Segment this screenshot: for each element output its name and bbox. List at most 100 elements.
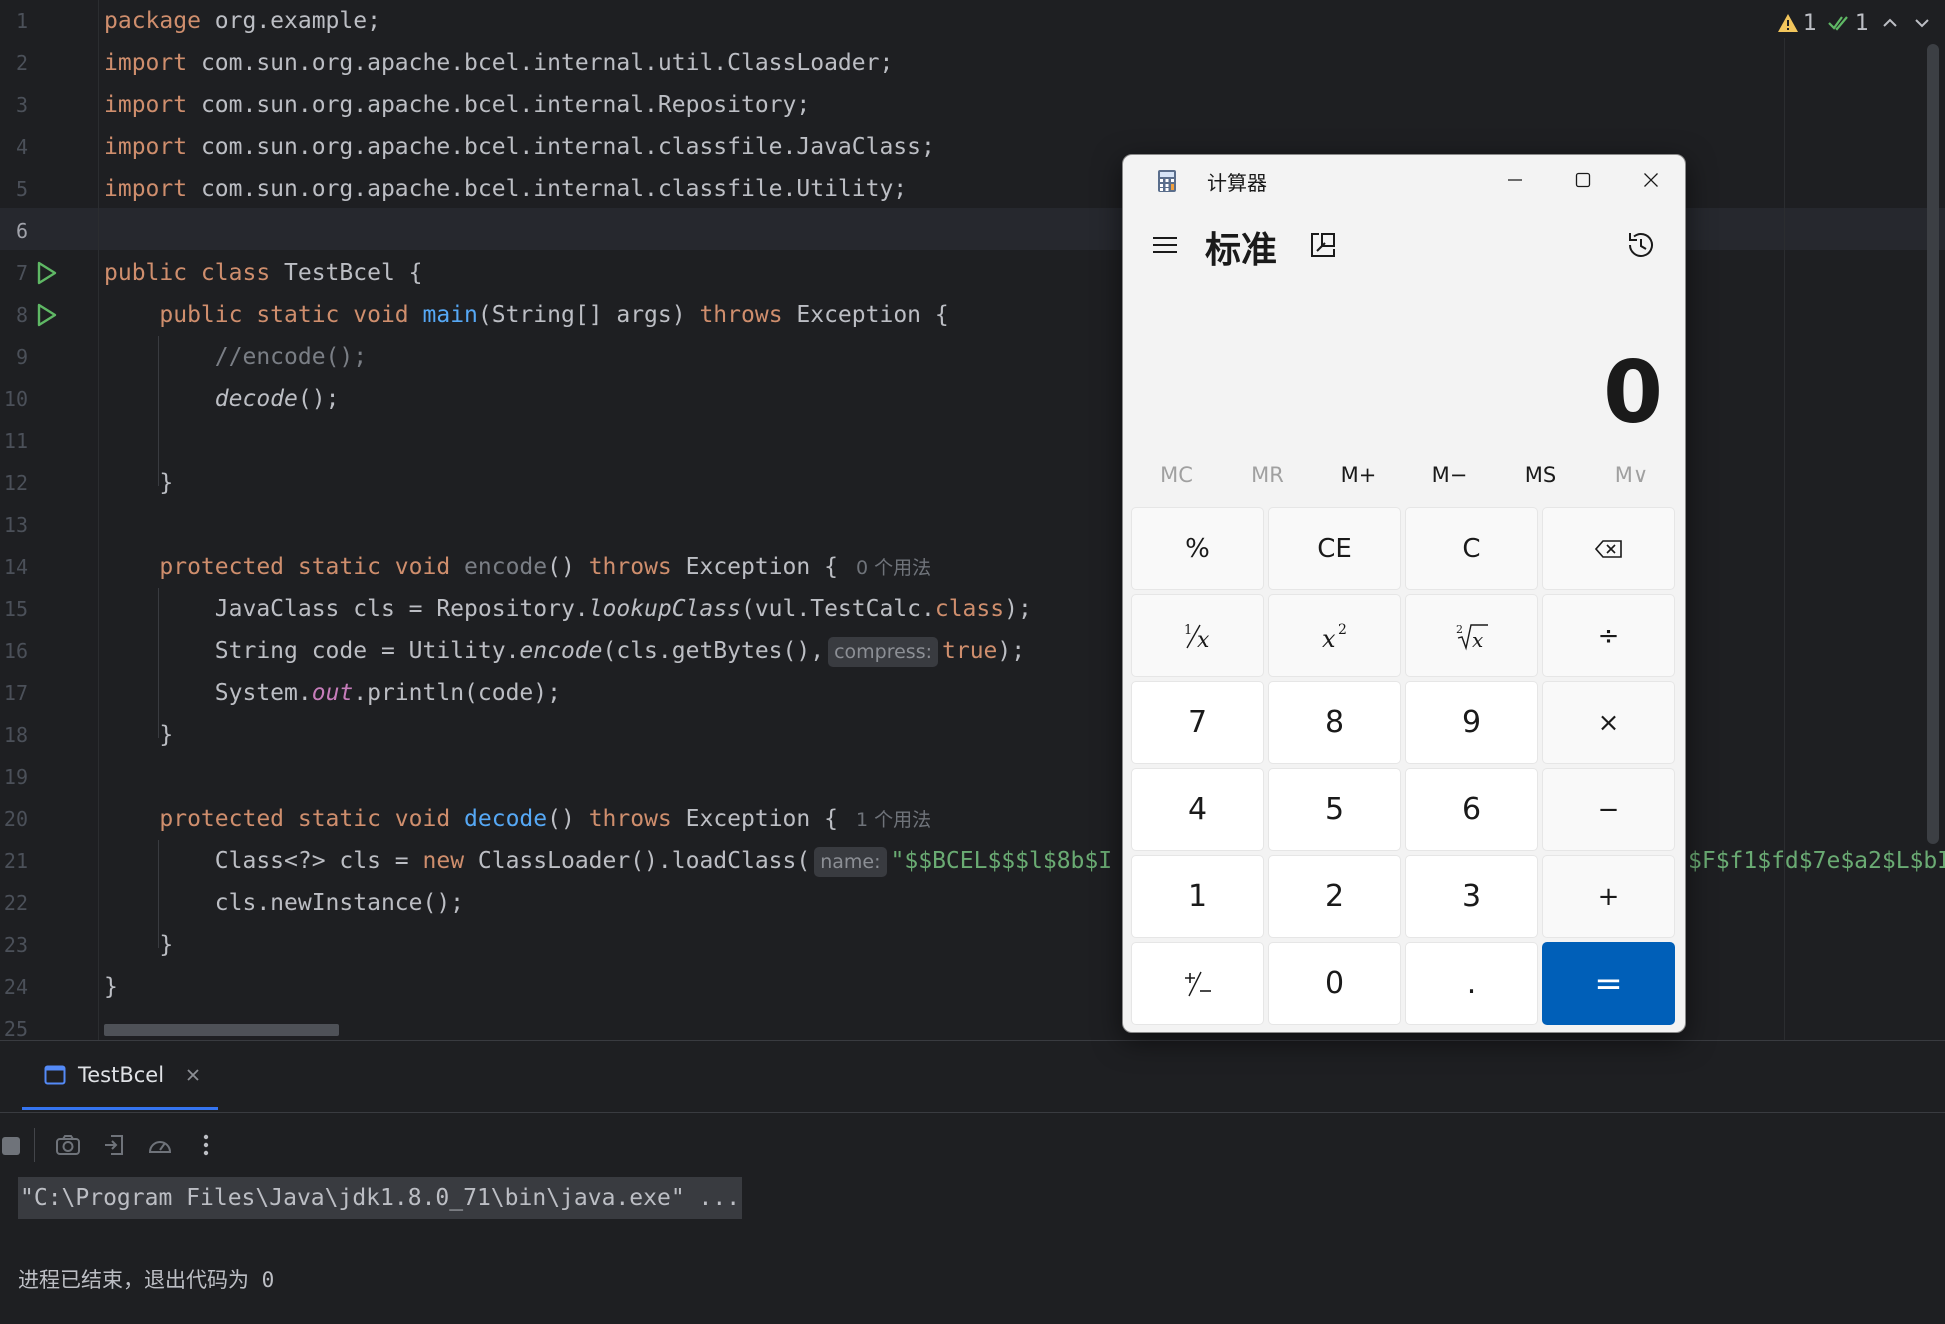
square-root-button[interactable]: 2x [1405,594,1538,677]
svg-text:x: x [1472,628,1483,651]
digit-9-button[interactable]: 9 [1405,681,1538,764]
clear-entry-button[interactable]: CE [1268,507,1401,590]
minimize-button[interactable] [1481,155,1549,205]
line-number: 22 [3,891,28,915]
memory-subtract-button[interactable]: M− [1404,445,1495,505]
memory-list-button[interactable]: M∨ [1586,445,1677,505]
navigation-menu-button[interactable] [1151,233,1181,263]
code-line: import com.sun.org.apache.bcel.internal.… [104,50,894,76]
active-tab-indicator [22,1107,218,1110]
clear-button[interactable]: C [1405,507,1538,590]
more-vertical-icon [203,1134,209,1156]
code-line: } [104,974,118,1000]
line-number: 2 [15,51,28,75]
line-number: 15 [3,597,28,621]
digit-4-button[interactable]: 4 [1131,768,1264,851]
reciprocal-button[interactable]: 1x [1131,594,1264,677]
line-number: 21 [3,849,28,873]
maximize-button[interactable] [1549,155,1617,205]
profiler-button[interactable] [137,1122,183,1168]
line-number: 18 [3,723,28,747]
restore-layout-button[interactable] [91,1122,137,1168]
code-line: } [104,722,174,748]
memory-store-button[interactable]: MS [1495,445,1586,505]
digit-8-button[interactable]: 8 [1268,681,1401,764]
warning-icon [1778,14,1798,32]
memory-clear-button[interactable]: MC [1131,445,1222,505]
digit-1-button[interactable]: 1 [1131,855,1264,938]
digit-0-button[interactable]: 0 [1268,942,1401,1025]
warnings-indicator[interactable]: 1 [1777,11,1817,36]
chevron-down-icon[interactable] [1911,13,1933,33]
square-button[interactable]: x2 [1268,594,1401,677]
plus-minus-icon [1184,971,1211,996]
plus-button[interactable]: + [1542,855,1675,938]
parameter-hint: compress: [828,636,939,667]
calculator-display: 0 [1603,343,1663,443]
chevron-up-icon[interactable] [1879,13,1901,33]
warnings-count: 1 [1803,10,1817,36]
vertical-scrollbar[interactable] [1927,44,1939,844]
digit-3-button[interactable]: 3 [1405,855,1538,938]
run-class-icon[interactable] [36,252,58,294]
calculator-titlebar[interactable]: 计算器 [1123,155,1685,205]
history-button[interactable] [1625,229,1657,261]
equals-button[interactable]: = [1542,942,1675,1025]
keep-on-top-button[interactable] [1309,231,1339,261]
negate-button[interactable] [1131,942,1264,1025]
run-main-icon[interactable] [36,294,58,336]
exit-icon [105,1135,123,1155]
digit-6-button[interactable]: 6 [1405,768,1538,851]
line-number: 3 [15,93,28,117]
line-number: 13 [3,513,28,537]
close-window-button[interactable] [1617,155,1685,205]
hamburger-icon [1153,237,1177,253]
stop-button[interactable] [0,1122,24,1168]
usage-count-hint[interactable]: 0 个用法 [856,557,931,579]
line-number: 16 [3,639,28,663]
digit-7-button[interactable]: 7 [1131,681,1264,764]
digit-5-button[interactable]: 5 [1268,768,1401,851]
memory-row: MC MR M+ M− MS M∨ [1131,445,1677,505]
screenshot-button[interactable] [45,1122,91,1168]
code-line: public static void main(String[] args) t… [159,302,949,328]
tab-label: TestBcel [78,1063,165,1087]
line-number: 20 [3,807,28,831]
digit-2-button[interactable]: 2 [1268,855,1401,938]
line-number-gutter: 1 2 3 4 5 6 7 8 9 10 11 12 13 14 15 16 1… [0,0,98,1040]
minus-button[interactable]: − [1542,768,1675,851]
square-icon: x2 [1322,622,1347,651]
inspection-widget[interactable]: 1 1 [1777,6,1933,40]
usage-count-hint[interactable]: 1 个用法 [856,809,931,831]
run-toolbar [0,1113,229,1177]
svg-text:x: x [1197,628,1210,651]
history-icon [1629,233,1653,257]
calculator-keypad: % CE C 1x x2 2x ÷ 7 8 9 × 4 5 6 − 1 2 3 … [1131,507,1677,1025]
gutter-divider [98,0,99,1040]
more-options-button[interactable] [183,1122,229,1168]
double-check-icon [1828,16,1848,31]
checks-count: 1 [1855,10,1869,36]
line-number: 7 [15,261,28,285]
memory-recall-button[interactable]: MR [1222,445,1313,505]
run-tab-testbcel[interactable]: TestBcel [0,1041,218,1109]
divide-button[interactable]: ÷ [1542,594,1675,677]
multiply-button[interactable]: × [1542,681,1675,764]
line-number: 8 [15,303,28,327]
percent-button[interactable]: % [1131,507,1264,590]
run-config-icon [44,1065,66,1085]
checks-indicator[interactable]: 1 [1827,11,1869,36]
memory-add-button[interactable]: M+ [1313,445,1404,505]
line-number: 24 [3,975,28,999]
backspace-icon [1594,539,1622,558]
code-line: } [104,470,174,496]
line-number: 17 [3,681,28,705]
calculator-window[interactable]: 计算器 标准 0 MC MR M+ M− MS M∨ % CE C 1 x x … [1122,154,1686,1033]
decimal-button[interactable]: . [1405,942,1538,1025]
close-icon[interactable] [186,1068,200,1082]
backspace-button[interactable] [1542,507,1675,590]
horizontal-scrollbar[interactable] [104,1024,339,1036]
line-number: 6 [15,219,28,243]
console-command-line[interactable]: "C:\Program Files\Java\jdk1.8.0_71\bin\j… [18,1177,743,1219]
maximize-icon [1575,172,1591,188]
